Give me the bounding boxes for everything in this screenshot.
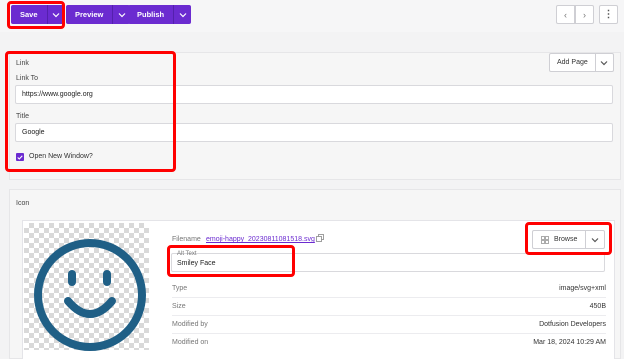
copy-icon[interactable] xyxy=(316,234,324,244)
size-value: 450B xyxy=(589,303,606,310)
more-vertical-icon: ⋮ xyxy=(603,9,614,20)
browse-split-button: Browse xyxy=(532,230,606,249)
size-label: Size xyxy=(172,303,186,310)
divider xyxy=(172,297,606,298)
more-options-button[interactable]: ⋮ xyxy=(599,5,618,24)
filename-link[interactable]: emoji-happy_20230811081518.svg xyxy=(206,236,315,243)
browse-chevron-icon[interactable] xyxy=(586,231,604,248)
next-button[interactable]: › xyxy=(575,5,594,24)
add-page-chevron-icon[interactable] xyxy=(596,54,613,71)
open-new-window-checkbox[interactable] xyxy=(16,153,24,161)
alt-text-value[interactable]: Smiley Face xyxy=(177,260,216,267)
open-new-window-label: Open New Window? xyxy=(29,153,93,160)
top-toolbar: Save Preview Publish ‹ › ⋮ xyxy=(0,0,624,32)
divider xyxy=(172,315,606,316)
publish-options-chevron-icon[interactable] xyxy=(173,5,192,24)
divider xyxy=(172,333,606,334)
title-label: Title xyxy=(16,113,29,120)
preview-button[interactable]: Preview xyxy=(66,5,113,24)
checkmark-icon xyxy=(17,154,23,160)
grid-icon xyxy=(541,235,549,244)
modified-by-value: Dotfusion Developers xyxy=(539,321,606,328)
smiley-face-icon xyxy=(34,239,146,351)
add-page-split-button: Add Page xyxy=(549,53,614,72)
modified-on-value: Mar 18, 2024 10:29 AM xyxy=(533,339,606,346)
title-input[interactable]: Google xyxy=(15,123,613,142)
type-label: Type xyxy=(172,285,188,292)
chevron-left-icon: ‹ xyxy=(564,9,567,20)
save-button[interactable]: Save xyxy=(11,5,47,24)
modified-on-label: Modified on xyxy=(172,339,209,346)
publish-split-button: Publish xyxy=(128,5,192,24)
link-to-label: Link To xyxy=(16,75,39,82)
icon-section-title: Icon xyxy=(16,200,30,207)
add-page-button[interactable]: Add Page xyxy=(550,54,596,71)
preview-split-button: Preview xyxy=(66,5,131,24)
icon-preview xyxy=(24,223,149,351)
link-to-input[interactable]: https://www.google.org xyxy=(15,85,613,104)
chevron-right-icon: › xyxy=(583,9,586,20)
publish-button[interactable]: Publish xyxy=(128,5,174,24)
type-value: image/svg+xml xyxy=(559,285,606,292)
save-split-button: Save xyxy=(11,5,65,24)
previous-button[interactable]: ‹ xyxy=(556,5,575,24)
modified-by-label: Modified by xyxy=(172,321,208,328)
link-section-title: Link xyxy=(16,60,29,67)
browse-label: Browse xyxy=(554,236,578,243)
link-panel xyxy=(9,52,621,180)
alt-text-label: Alt Text xyxy=(177,251,197,257)
browse-button[interactable]: Browse xyxy=(533,231,587,248)
alt-text-input[interactable] xyxy=(171,253,605,272)
save-options-chevron-icon[interactable] xyxy=(46,5,65,24)
filename-label: Filename xyxy=(172,236,201,243)
